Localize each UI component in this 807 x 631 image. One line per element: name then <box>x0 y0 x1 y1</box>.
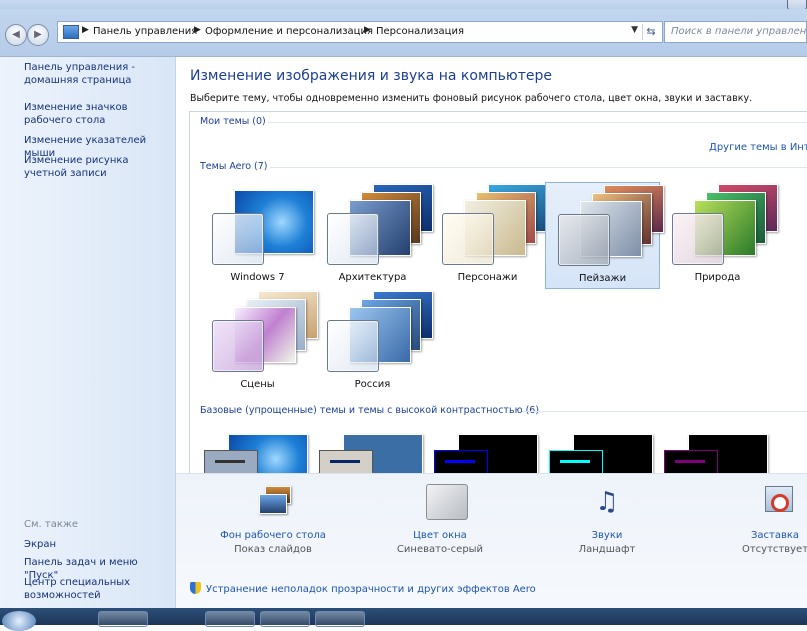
theme-russia[interactable]: Россия <box>315 289 433 396</box>
navigation-bar: ◀ ▶ ▶ Панель управления ▶ Оформление и п… <box>0 9 807 57</box>
page-title: Изменение изображения и звука на компьют… <box>190 68 552 84</box>
window-color-preview-icon <box>327 320 379 372</box>
sidebar: Панель управления - домашняя страница Из… <box>0 57 176 608</box>
theme-label: Сцены <box>240 379 275 390</box>
window-color-preview-icon <box>204 450 258 474</box>
breadcrumb-arrow-icon[interactable]: ▶ <box>194 25 201 35</box>
page-subtitle: Выберите тему, чтобы одновременно измени… <box>190 93 753 104</box>
theme-label: Россия <box>354 379 391 390</box>
forward-button[interactable]: ▶ <box>27 24 49 46</box>
breadcrumb-appearance[interactable]: Оформление и персонализация <box>205 26 373 37</box>
back-button[interactable]: ◀ <box>5 24 27 46</box>
window-color-preview-icon <box>327 213 379 265</box>
screensaver-button[interactable]: Заставка Отсутствует <box>700 484 807 555</box>
address-bar[interactable]: ▶ Панель управления ▶ Оформление и персо… <box>57 21 663 43</box>
desktop-background-icon <box>255 484 291 520</box>
basic-theme-high-contrast-2[interactable] <box>549 427 655 474</box>
theme-scenes[interactable]: Сцены <box>200 289 318 396</box>
desktop-background-link[interactable]: Фон рабочего стола <box>198 530 348 541</box>
breadcrumb-control-panel[interactable]: Панель управления <box>93 26 197 37</box>
window-color-preview-icon <box>212 213 264 265</box>
start-button[interactable] <box>2 611 36 631</box>
sidebar-link-display[interactable]: Экран <box>24 538 169 551</box>
window-color-preview-icon <box>558 214 610 266</box>
refresh-icon[interactable]: ⇆ <box>642 24 659 40</box>
uac-shield-icon <box>190 582 201 594</box>
breadcrumb-arrow-icon[interactable]: ▶ <box>364 25 371 35</box>
window-color-preview-icon <box>549 450 603 474</box>
window-color-preview-icon <box>319 450 373 474</box>
control-panel-icon <box>63 25 79 39</box>
themes-panel: Мои темы (0) Другие темы в Интер Темы Ae… <box>189 111 807 475</box>
sidebar-link-ease-of-access[interactable]: Центр специальных возможностей <box>24 576 169 602</box>
theme-label: Персонажи <box>457 272 518 283</box>
customization-bar: Фон рабочего стола Показ слайдов Цвет ок… <box>176 473 807 609</box>
window-color-preview-icon <box>442 213 494 265</box>
desktop-background-value: Показ слайдов <box>234 544 312 555</box>
theme-label: Природа <box>694 272 741 283</box>
theme-label: Windows 7 <box>230 272 285 283</box>
theme-characters[interactable]: Персонажи <box>430 182 548 289</box>
sounds-value: Ландшафт <box>578 544 636 555</box>
theme-architecture[interactable]: Архитектура <box>315 182 433 289</box>
theme-label: Архитектура <box>338 272 407 283</box>
window-title-bar <box>0 0 807 10</box>
sidebar-link-home[interactable]: Панель управления - домашняя страница <box>24 61 169 87</box>
theme-landscapes[interactable]: Пейзажи <box>545 182 664 289</box>
sounds-button[interactable]: ♫ Звуки Ландшафт <box>532 484 682 555</box>
sidebar-link-account-picture[interactable]: Изменение рисунка учетной записи <box>24 154 169 180</box>
window-color-button[interactable]: Цвет окна Синевато-серый <box>365 484 515 555</box>
basic-theme-windows7-basic[interactable] <box>204 427 310 474</box>
window-color-link[interactable]: Цвет окна <box>365 530 515 541</box>
group-divider <box>270 167 807 168</box>
window-color-preview-icon <box>664 450 718 474</box>
sidebar-link-desktop-icons[interactable]: Изменение значков рабочего стола <box>24 101 169 127</box>
see-also-heading: См. также <box>24 519 79 530</box>
group-aero-themes: Темы Aero (7) <box>200 161 268 172</box>
screensaver-link[interactable]: Заставка <box>700 530 807 541</box>
group-basic-themes: Базовые (упрощенные) темы и темы с высок… <box>200 405 540 416</box>
troubleshoot-aero-link[interactable]: Устранение неполадок прозрачности и друг… <box>190 582 536 595</box>
screensaver-icon <box>757 484 793 520</box>
desktop-background-button[interactable]: Фон рабочего стола Показ слайдов <box>198 484 348 555</box>
search-input[interactable]: Поиск в панели управления <box>664 21 807 43</box>
theme-label: Пейзажи <box>578 273 627 284</box>
theme-nature[interactable]: Природа <box>660 182 778 289</box>
group-divider <box>268 122 807 123</box>
sounds-icon: ♫ <box>595 487 619 517</box>
window-color-value: Синевато-серый <box>396 544 484 555</box>
group-my-themes: Мои темы (0) <box>200 116 266 127</box>
group-divider <box>522 411 807 412</box>
screensaver-value: Отсутствует <box>741 544 807 555</box>
breadcrumb-arrow-icon[interactable]: ▶ <box>82 25 89 35</box>
basic-theme-high-contrast-black[interactable] <box>664 427 770 474</box>
basic-theme-windows-classic[interactable] <box>319 427 425 474</box>
sounds-link[interactable]: Звуки <box>532 530 682 541</box>
basic-theme-high-contrast-1[interactable] <box>434 427 540 474</box>
troubleshoot-aero-label: Устранение неполадок прозрачности и друг… <box>206 584 536 595</box>
taskbar <box>0 608 807 631</box>
breadcrumb-personalization[interactable]: Персонализация <box>376 26 464 37</box>
window-color-preview-icon <box>212 320 264 372</box>
window-color-preview-icon <box>434 450 488 474</box>
window-color-icon <box>422 484 468 520</box>
theme-windows7[interactable]: Windows 7 <box>200 182 315 289</box>
address-dropdown-icon[interactable]: ▼ <box>631 25 638 35</box>
more-themes-online-link[interactable]: Другие темы в Интер <box>709 142 807 153</box>
window-color-preview-icon <box>672 213 724 265</box>
